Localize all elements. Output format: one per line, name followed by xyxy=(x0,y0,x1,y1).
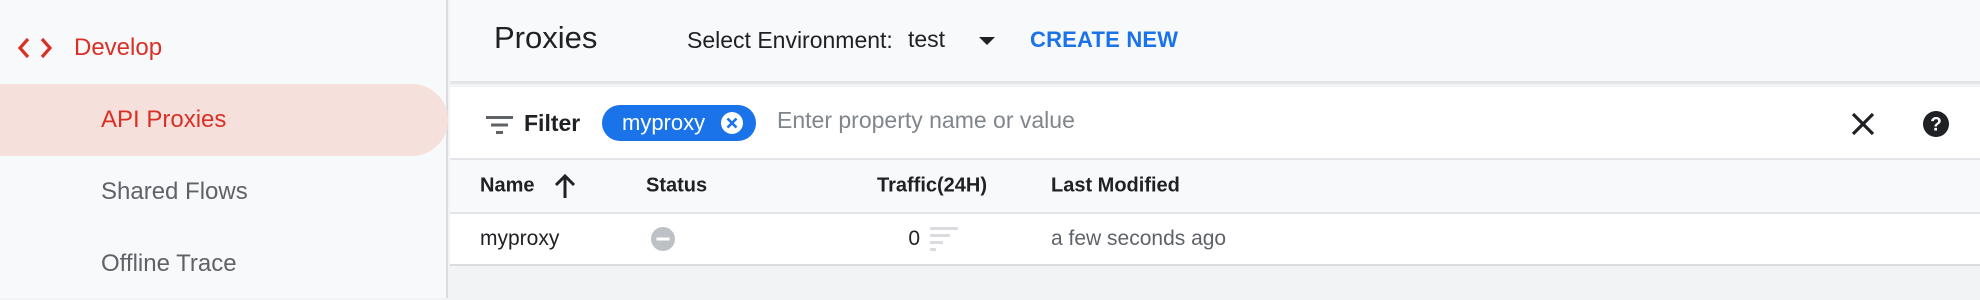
table-row[interactable]: myproxy 0 a few seconds ago xyxy=(450,214,1980,266)
filter-icon[interactable] xyxy=(486,114,514,136)
page-title: Proxies xyxy=(494,20,598,55)
filter-bar: Filter myproxy ? xyxy=(450,87,1980,160)
environment-label: Select Environment: xyxy=(687,27,893,53)
help-icon[interactable]: ? xyxy=(1922,110,1950,138)
column-header-traffic[interactable]: Traffic(24H) xyxy=(877,175,987,198)
column-header-status[interactable]: Status xyxy=(646,175,707,198)
sidebar-item-label: Offline Trace xyxy=(101,250,237,277)
sidebar: Develop API Proxies Shared Flows Offline… xyxy=(0,0,448,298)
filter-label: Filter xyxy=(524,110,581,136)
sidebar-item-label: API Proxies xyxy=(101,106,227,133)
nav-section-label: Develop xyxy=(74,34,163,61)
svg-text:?: ? xyxy=(1930,115,1942,136)
caret-down-icon[interactable] xyxy=(978,36,996,46)
main-content: Proxies Select Environment: test CREATE … xyxy=(450,0,1980,298)
last-modified-value: a few seconds ago xyxy=(1051,227,1227,250)
column-header-name[interactable]: Name xyxy=(480,175,534,198)
environment-select[interactable]: test xyxy=(908,26,945,53)
sidebar-item-label: Shared Flows xyxy=(101,178,248,205)
create-new-button[interactable]: CREATE NEW xyxy=(1030,27,1178,53)
filter-input[interactable] xyxy=(775,106,1479,135)
chip-remove-icon[interactable] xyxy=(720,111,744,135)
traffic-chart-icon xyxy=(930,227,958,251)
column-header-last-modified[interactable]: Last Modified xyxy=(1051,175,1180,198)
sidebar-item-api-proxies[interactable]: API Proxies xyxy=(0,84,448,156)
code-icon xyxy=(18,37,52,59)
filter-chip-label: myproxy xyxy=(622,110,706,135)
sidebar-item-shared-flows[interactable]: Shared Flows xyxy=(0,156,448,228)
close-icon[interactable] xyxy=(1850,111,1876,137)
status-undeployed-icon xyxy=(651,227,675,251)
page-header: Proxies Select Environment: test CREATE … xyxy=(450,0,1980,84)
sort-arrow-up-icon[interactable] xyxy=(554,173,576,199)
proxy-name[interactable]: myproxy xyxy=(480,227,559,251)
traffic-value: 0 xyxy=(908,227,920,250)
filter-chip[interactable]: myproxy xyxy=(602,105,756,141)
nav-section-develop[interactable]: Develop xyxy=(18,30,162,66)
table-header: Name Status Traffic(24H) Last Modified xyxy=(450,160,1980,214)
sidebar-item-offline-trace[interactable]: Offline Trace xyxy=(0,228,448,300)
